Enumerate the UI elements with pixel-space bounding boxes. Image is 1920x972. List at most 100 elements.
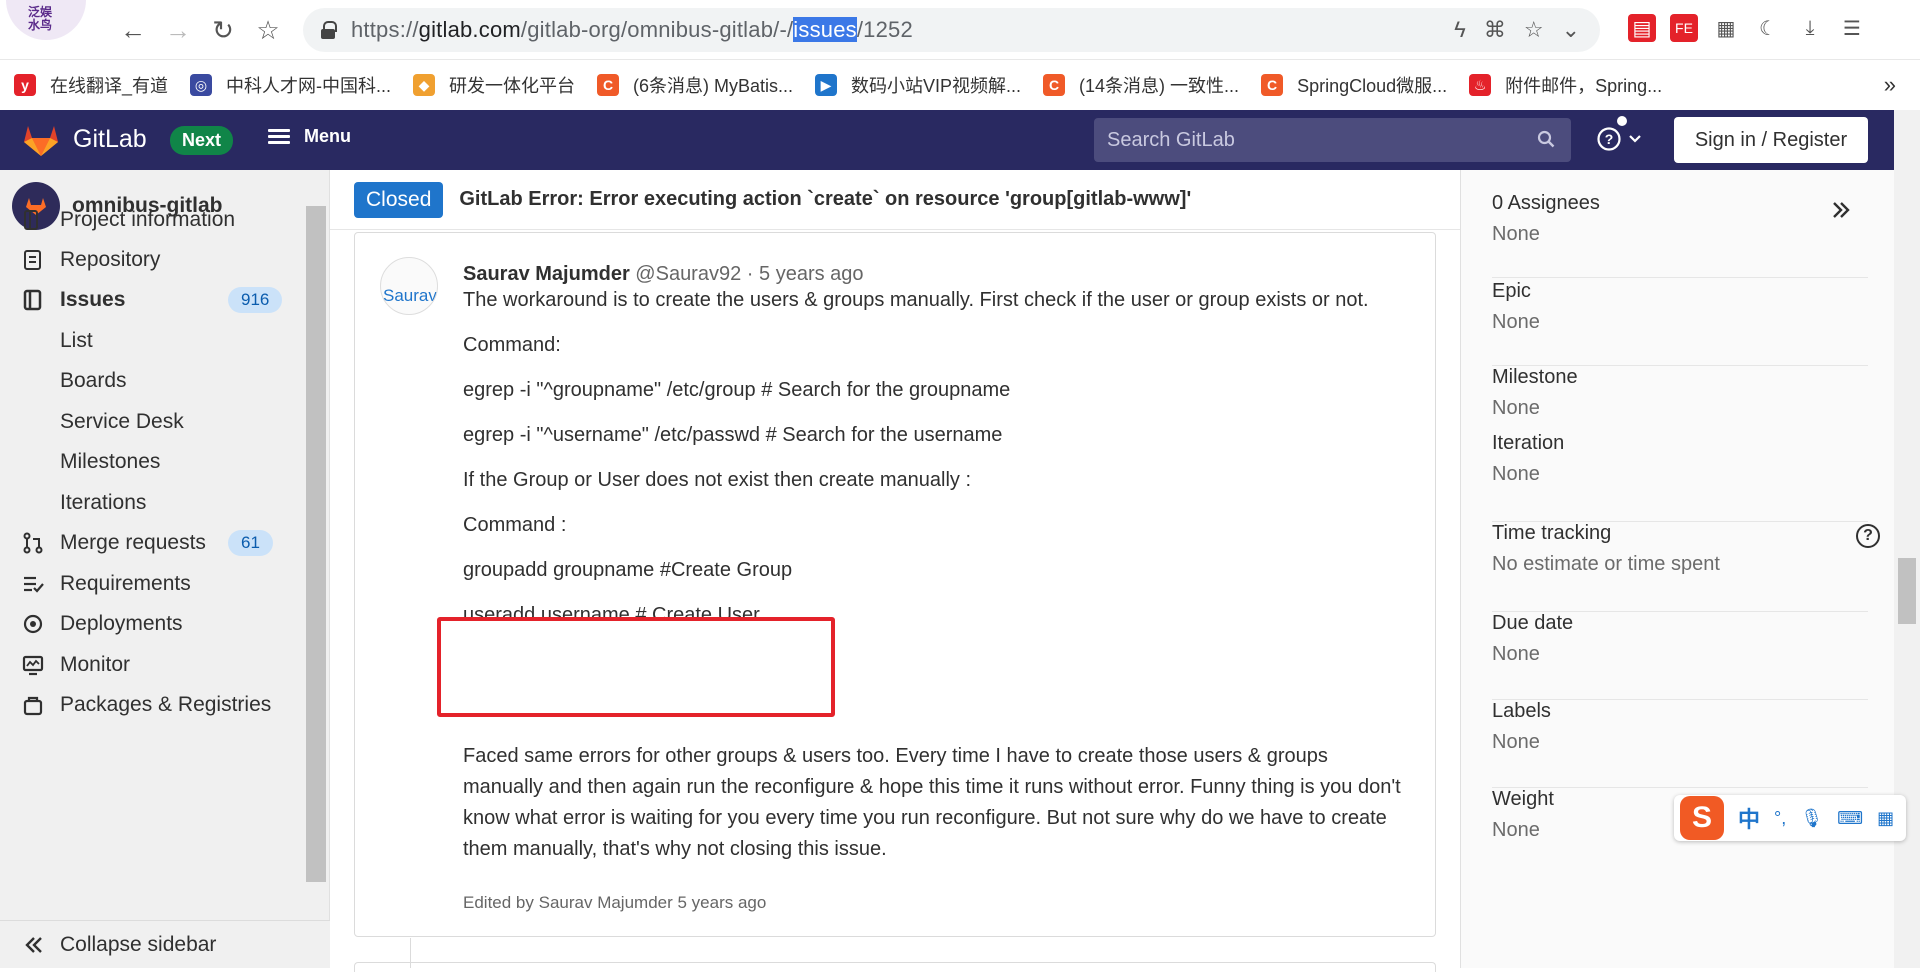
- block-value: None: [1492, 311, 1540, 333]
- notification-dot: [1617, 116, 1627, 126]
- ime-grid-icon[interactable]: ▦: [1877, 808, 1894, 829]
- bookmark-item[interactable]: C (6条消息) MyBatis...: [597, 72, 793, 98]
- bookmark-item[interactable]: ▶ 数码小站VIP视频解...: [815, 72, 1021, 98]
- sidebar-item-project-information[interactable]: Project information: [22, 205, 235, 235]
- menu-button[interactable]: Menu: [268, 126, 351, 147]
- block-value: None: [1492, 731, 1540, 753]
- sidebar-subitem-list[interactable]: List: [60, 326, 93, 356]
- ime-toolbar: S 中 °, 🎙 ⌨ ▦: [1674, 795, 1906, 841]
- sidebar-item-deployments[interactable]: Deployments: [22, 609, 183, 639]
- sidebar-block-0-assignees: 0 Assignees None: [1492, 192, 1868, 278]
- bookmark-label: (6条消息) MyBatis...: [633, 76, 794, 96]
- note-line: egrep -i "^groupname" /etc/group # Searc…: [463, 379, 1011, 401]
- edited-by: Edited by Saurav Majumder 5 years ago: [463, 893, 767, 912]
- menu-label: Menu: [304, 126, 351, 146]
- sidebar-item-label: Requirements: [60, 572, 191, 595]
- reload-icon[interactable]: ↻: [207, 14, 239, 46]
- sidebar-block-iteration: Iteration None: [1492, 432, 1868, 522]
- gitlab-brand[interactable]: GitLab: [73, 125, 147, 154]
- sidebar-item-label: Issues: [60, 288, 126, 311]
- block-title: Due date: [1492, 612, 1574, 634]
- bookmarks-more-icon[interactable]: »: [1884, 72, 1896, 98]
- search-input[interactable]: Search GitLab: [1094, 118, 1571, 162]
- sign-in-register-button[interactable]: Sign in / Register: [1674, 117, 1868, 163]
- fire-icon: ♨: [1469, 74, 1492, 96]
- next-note: [354, 962, 1436, 972]
- ime-punct[interactable]: °,: [1774, 808, 1786, 829]
- sidebar-item-issues[interactable]: Issues: [22, 285, 125, 315]
- sidebar-item-monitor[interactable]: Monitor: [22, 650, 130, 680]
- count-badge: 61: [228, 530, 273, 556]
- ime-logo[interactable]: S: [1680, 796, 1724, 840]
- browser-menu-icon[interactable]: ☰: [1838, 14, 1866, 42]
- sidebar-block-milestone: Milestone None: [1492, 366, 1868, 432]
- bookmarks-bar: y 在线翻译_有道 ◎ 中科人才网-中国科... ◆ 研发一体化平台 C (6条消息) MyB…: [0, 60, 1920, 110]
- csdn-icon: C: [1261, 74, 1284, 96]
- bookmark-item[interactable]: ◎ 中科人才网-中国科...: [190, 72, 391, 98]
- sidebar-item-merge-requests[interactable]: Merge requests: [22, 528, 206, 558]
- translate-icon[interactable]: ⌘: [1484, 17, 1506, 43]
- author-name[interactable]: Saurav Majumder: [463, 263, 630, 285]
- package-icon: [23, 696, 43, 716]
- back-icon[interactable]: ←: [117, 14, 149, 46]
- gitlab-logo-icon[interactable]: [22, 122, 60, 158]
- comment-note: Saurav Saurav Majumder @Saurav92 · 5 yea…: [354, 232, 1436, 937]
- bookmark-star-icon[interactable]: ☆: [252, 14, 284, 46]
- chevron-down-icon[interactable]: ⌄: [1562, 17, 1580, 43]
- favorite-star-icon[interactable]: ☆: [1524, 17, 1544, 43]
- gitlab-top-nav: GitLab Next Menu Search GitLab ? Sign in…: [0, 110, 1920, 170]
- separator: ·: [746, 263, 754, 285]
- collapse-sidebar-button[interactable]: Collapse sidebar: [0, 920, 330, 968]
- sidebar-item-repository[interactable]: Repository: [22, 245, 160, 275]
- bookmark-item[interactable]: y 在线翻译_有道: [14, 72, 168, 98]
- sidebar-subitem-iterations[interactable]: Iterations: [60, 488, 146, 518]
- help-icon[interactable]: ?: [1856, 524, 1880, 548]
- microphone-icon[interactable]: 🎙: [1800, 808, 1823, 829]
- keyboard-icon[interactable]: ⌨: [1837, 808, 1863, 829]
- dark-mode-icon[interactable]: ☾: [1754, 14, 1782, 42]
- block-value: None: [1492, 397, 1540, 419]
- bookmark-item[interactable]: ♨ 附件邮件，Spring...: [1469, 72, 1662, 98]
- note-paragraph: Faced same errors for other groups & use…: [463, 745, 1401, 860]
- lightning-icon[interactable]: ϟ: [1454, 17, 1466, 43]
- note-time[interactable]: 5 years ago: [759, 263, 864, 285]
- sidebar-block-labels: Labels None: [1492, 700, 1868, 788]
- sidebar-scrollbar[interactable]: [306, 192, 326, 892]
- sidebar-subitem-service-desk[interactable]: Service Desk: [60, 407, 184, 437]
- note-line: If the Group or User does not exist then…: [463, 469, 972, 491]
- monitor-icon: [22, 655, 44, 676]
- note-line: Command :: [463, 514, 567, 536]
- sidebar-subitem-milestones[interactable]: Milestones: [60, 447, 160, 477]
- bookmark-item[interactable]: ◆ 研发一体化平台: [413, 72, 575, 98]
- sidebar-subitem-boards[interactable]: Boards: [60, 366, 127, 396]
- extension-fe-icon[interactable]: FE: [1670, 14, 1698, 42]
- help-dropdown[interactable]: ?: [1596, 126, 1642, 152]
- bookmark-item[interactable]: C SpringCloud微服...: [1261, 72, 1447, 98]
- sidebar-item-requirements[interactable]: Requirements: [22, 569, 191, 599]
- extensions-icon[interactable]: ▦: [1712, 14, 1740, 42]
- note-line: The workaround is to create the users & …: [463, 289, 1369, 311]
- collapse-icon: [25, 936, 42, 953]
- url-text[interactable]: https://gitlab.com/gitlab-org/omnibus-gi…: [351, 17, 913, 43]
- block-title: Labels: [1492, 700, 1551, 722]
- sidebar-item-packages-registries[interactable]: Packages & Registries: [22, 690, 271, 720]
- help-icon: ?: [1597, 127, 1621, 151]
- ime-mode[interactable]: 中: [1738, 802, 1760, 834]
- lock-icon: [321, 21, 337, 39]
- block-value: None: [1492, 223, 1540, 245]
- author-handle[interactable]: @Saurav92: [635, 263, 741, 285]
- issues-icon: [23, 289, 42, 311]
- address-bar[interactable]: https://gitlab.com/gitlab-org/omnibus-gi…: [303, 8, 1600, 52]
- search-placeholder: Search GitLab: [1107, 128, 1235, 151]
- avatar[interactable]: Saurav: [380, 257, 438, 315]
- sidebar-item-label: Packages & Registries: [60, 693, 272, 716]
- next-badge[interactable]: Next: [170, 126, 234, 155]
- profile-logo[interactable]: 泛娱 水鸟: [6, 0, 86, 40]
- extension-red-icon[interactable]: ▤: [1628, 14, 1656, 42]
- bookmark-item[interactable]: C (14条消息) 一致性...: [1043, 72, 1239, 98]
- hamburger-icon: [268, 128, 290, 145]
- collapse-sidebar-label: Collapse sidebar: [60, 932, 217, 956]
- download-icon[interactable]: ⤓: [1796, 14, 1824, 42]
- forward-icon[interactable]: →: [162, 14, 194, 46]
- requirements-icon: [24, 576, 44, 593]
